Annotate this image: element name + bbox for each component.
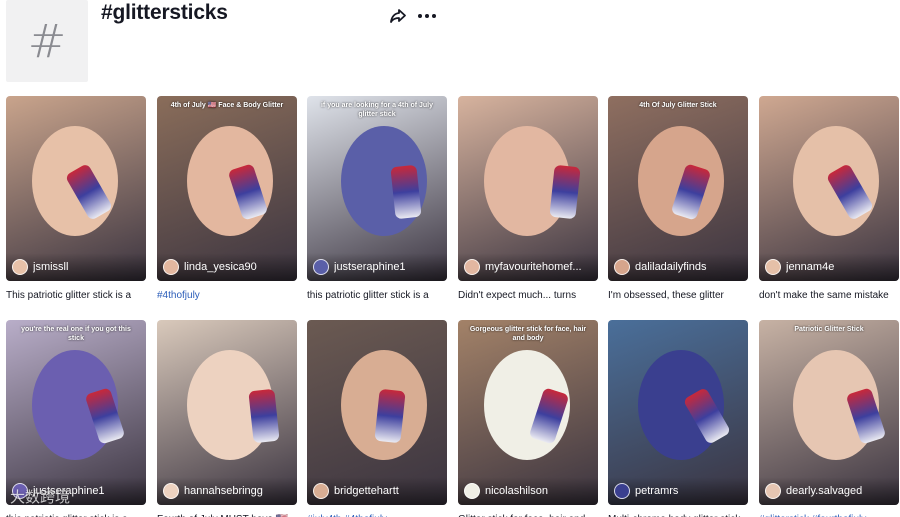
video-thumbnail[interactable]: if you are looking for a 4th of July gli…: [307, 96, 447, 281]
author-name[interactable]: jennam4e: [786, 261, 834, 273]
avatar[interactable]: [163, 483, 179, 499]
video-card[interactable]: jsmissll This patriotic glitter stick is …: [6, 96, 146, 302]
thumbnail-overlay-text: Patriotic Glitter Stick: [794, 326, 864, 333]
avatar[interactable]: [313, 483, 329, 499]
author-name[interactable]: linda_yesica90: [184, 261, 257, 273]
avatar[interactable]: [614, 259, 630, 275]
video-author[interactable]: daliladailyfinds: [608, 253, 748, 281]
video-card[interactable]: Patriotic Glitter Stick dearly.salvaged #g…: [759, 320, 899, 517]
video-thumbnail[interactable]: hannahsebringg: [157, 320, 297, 505]
video-caption[interactable]: This patriotic glitter stick is a: [6, 289, 146, 302]
video-card[interactable]: hannahsebringg Fourth of July MUST have 🇺…: [157, 320, 297, 517]
video-author[interactable]: hannahsebringg: [157, 477, 297, 505]
video-card[interactable]: 4th of July 🇺🇸 Face & Body Glitter linda_…: [157, 96, 297, 302]
video-thumbnail[interactable]: bridgettehartt: [307, 320, 447, 505]
author-name[interactable]: daliladailyfinds: [635, 261, 707, 273]
video-caption[interactable]: #july4th #4thofjuly: [307, 513, 447, 517]
video-thumbnail[interactable]: Patriotic Glitter Stick dearly.salvaged: [759, 320, 899, 505]
video-card[interactable]: myfavouritehomef... Didn't expect much...…: [458, 96, 598, 302]
video-thumbnail[interactable]: Gorgeous glitter stick for face, hair an…: [458, 320, 598, 505]
hashtag-header: # #glittersticks: [0, 0, 900, 90]
video-caption[interactable]: Didn't expect much... turns: [458, 289, 598, 302]
video-card[interactable]: jennam4e don't make the same mistake: [759, 96, 899, 302]
video-caption[interactable]: Glitter stick for face, hair and: [458, 513, 598, 517]
glitter-stick-graphic: [248, 388, 280, 444]
glitter-stick-graphic: [390, 164, 422, 220]
video-author[interactable]: dearly.salvaged: [759, 477, 899, 505]
avatar[interactable]: [765, 259, 781, 275]
avatar[interactable]: [313, 259, 329, 275]
author-name[interactable]: petramrs: [635, 485, 678, 497]
thumbnail-overlay-text: 4th of July 🇺🇸 Face & Body Glitter: [170, 102, 284, 109]
video-card[interactable]: bridgettehartt #july4th #4thofjuly: [307, 320, 447, 517]
video-author[interactable]: nicolashilson: [458, 477, 598, 505]
video-card[interactable]: 4th Of July Glitter Stick daliladailyfind…: [608, 96, 748, 302]
video-thumbnail[interactable]: petramrs: [608, 320, 748, 505]
video-author[interactable]: petramrs: [608, 477, 748, 505]
avatar[interactable]: [464, 259, 480, 275]
video-card[interactable]: Gorgeous glitter stick for face, hair an…: [458, 320, 598, 517]
video-author[interactable]: jsmissll: [6, 253, 146, 281]
glitter-stick-graphic: [549, 164, 581, 220]
hashtag-avatar: #: [6, 0, 88, 82]
author-name[interactable]: nicolashilson: [485, 485, 548, 497]
more-options-icon[interactable]: [416, 6, 438, 26]
video-caption[interactable]: this patriotic glitter stick is a: [6, 513, 146, 517]
author-name[interactable]: dearly.salvaged: [786, 485, 862, 497]
avatar[interactable]: [765, 483, 781, 499]
video-caption[interactable]: #4thofjuly: [157, 289, 297, 302]
video-author[interactable]: bridgettehartt: [307, 477, 447, 505]
video-caption[interactable]: I'm obsessed, these glitter: [608, 289, 748, 302]
glitter-stick-graphic: [374, 388, 406, 444]
video-caption[interactable]: don't make the same mistake: [759, 289, 899, 302]
video-thumbnail[interactable]: jennam4e: [759, 96, 899, 281]
watermark: 大数跨境: [10, 488, 71, 506]
video-thumbnail[interactable]: 4th of July 🇺🇸 Face & Body Glitter linda_…: [157, 96, 297, 281]
video-card[interactable]: petramrs Multi-chrome body glitter stick: [608, 320, 748, 517]
avatar[interactable]: [464, 483, 480, 499]
hashtag-symbol: #: [27, 14, 67, 68]
thumbnail-overlay-text: you're the real one if you got this stic…: [21, 326, 131, 342]
avatar[interactable]: [614, 483, 630, 499]
video-author[interactable]: linda_yesica90: [157, 253, 297, 281]
author-name[interactable]: myfavouritehomef...: [485, 261, 582, 273]
author-name[interactable]: justseraphine1: [334, 261, 406, 273]
video-author[interactable]: justseraphine1: [307, 253, 447, 281]
author-name[interactable]: bridgettehartt: [334, 485, 399, 497]
video-caption[interactable]: Fourth of July MUST have 🇺🇸: [157, 513, 297, 517]
video-caption[interactable]: #glitterstick #fourthofjuly: [759, 513, 899, 517]
page-title: #glittersticks: [101, 1, 228, 24]
share-icon[interactable]: [388, 6, 408, 26]
author-name[interactable]: hannahsebringg: [184, 485, 263, 497]
video-thumbnail[interactable]: 4th Of July Glitter Stick daliladailyfind…: [608, 96, 748, 281]
video-thumbnail[interactable]: you're the real one if you got this stic…: [6, 320, 146, 505]
avatar[interactable]: [163, 259, 179, 275]
video-author[interactable]: jennam4e: [759, 253, 899, 281]
video-thumbnail[interactable]: jsmissll: [6, 96, 146, 281]
video-card[interactable]: if you are looking for a 4th of July gli…: [307, 96, 447, 302]
video-caption[interactable]: Multi-chrome body glitter stick: [608, 513, 748, 517]
thumbnail-overlay-text: if you are looking for a 4th of July gli…: [320, 102, 433, 118]
thumbnail-overlay-text: Gorgeous glitter stick for face, hair an…: [469, 326, 587, 342]
video-thumbnail[interactable]: myfavouritehomef...: [458, 96, 598, 281]
video-caption[interactable]: this patriotic glitter stick is a: [307, 289, 447, 302]
author-name[interactable]: jsmissll: [33, 261, 68, 273]
video-author[interactable]: myfavouritehomef...: [458, 253, 598, 281]
thumbnail-overlay-text: 4th Of July Glitter Stick: [639, 102, 717, 109]
avatar[interactable]: [12, 259, 28, 275]
